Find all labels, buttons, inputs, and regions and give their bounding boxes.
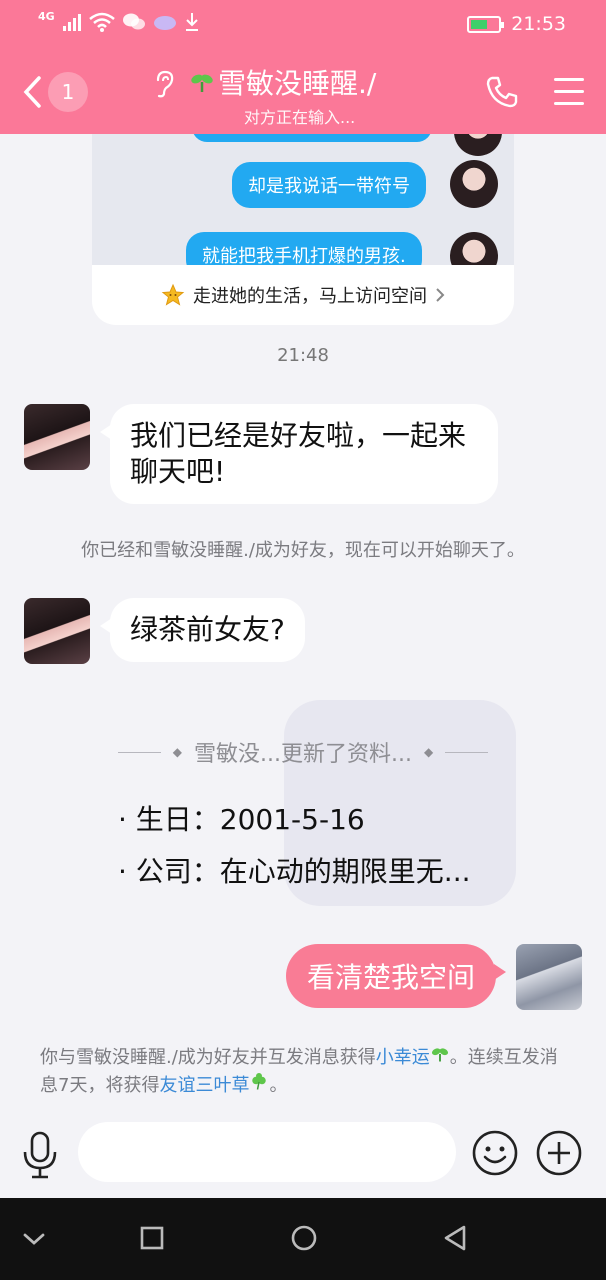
preview-bubble: 就能把我手机打爆的男孩.: [186, 232, 422, 265]
chat-title: 雪敏没睡醒./: [190, 62, 420, 102]
emoji-icon[interactable]: [472, 1130, 518, 1176]
clover-icon: [252, 1073, 267, 1090]
download-icon: [185, 13, 198, 31]
battery-icon: [467, 15, 505, 33]
timestamp: 21:48: [277, 345, 329, 366]
clover-link[interactable]: 友谊三叶草: [159, 1075, 249, 1096]
profile-birthday: · 生日：2001-5-16: [118, 803, 365, 836]
star-icon: [161, 283, 185, 306]
back-button[interactable]: 1: [22, 72, 88, 112]
chevron-left-icon: [23, 76, 41, 108]
zone-card[interactable]: 却是我说话一带符号 就能把我手机打爆的男孩. 走进她的生活，马上访问空间: [92, 134, 514, 325]
message-input[interactable]: [78, 1122, 456, 1182]
cloud-icon: [153, 16, 176, 30]
profile-update-header[interactable]: ◆ 雪敏没...更新了资料... ◆: [118, 736, 488, 768]
my-message-bubble[interactable]: 看清楚我空间: [286, 944, 506, 1008]
status-bar: 4G 21:53: [0, 0, 606, 52]
clock: 21:53: [511, 13, 566, 35]
nav-bar: 1 雪敏没睡醒./ 对方正在输入...: [0, 56, 606, 134]
zone-preview: 却是我说话一带符号 就能把我手机打爆的男孩.: [92, 134, 514, 265]
profile-update-title: 雪敏没...更新了资料...: [194, 742, 412, 767]
system-navigation-bar: [0, 1198, 606, 1280]
preview-bubble: 却是我说话一带符号: [232, 162, 426, 208]
signal-icon: [62, 13, 81, 31]
recents-icon[interactable]: [140, 1224, 164, 1254]
message-bubble[interactable]: 我们已经是好友啦，一起来聊天吧!: [100, 404, 498, 504]
menu-icon[interactable]: [554, 78, 584, 114]
wechat-icon: [122, 13, 145, 30]
status-left: 4G: [38, 9, 199, 32]
phone-icon[interactable]: [484, 74, 520, 110]
plus-icon[interactable]: [536, 1130, 582, 1176]
friendship-reward-message: 你与雪敏没睡醒./成为好友并互发消息获得小幸运 。连续互发消息7天，将获得友谊三叶…: [40, 1044, 566, 1100]
reward-text: 你与雪敏没睡醒./成为好友并互发消息获得: [40, 1047, 376, 1068]
preview-bubble: [192, 134, 432, 142]
reward-text: 。: [269, 1075, 288, 1096]
chevron-down-icon[interactable]: [22, 1224, 46, 1254]
wifi-icon: [88, 12, 115, 32]
lucky-link[interactable]: 小幸运: [376, 1047, 430, 1068]
preview-avatar: [450, 160, 498, 208]
unread-badge: 1: [48, 72, 88, 112]
profile-company: · 公司：在心动的期限里无...: [118, 855, 471, 888]
system-message: 你已经和雪敏没睡醒./成为好友，现在可以开始聊天了。: [81, 540, 525, 561]
divider-dot: ◆: [172, 745, 183, 759]
chevron-right-icon: [436, 288, 445, 302]
status-right: 21:53: [467, 13, 566, 35]
my-avatar[interactable]: [516, 944, 582, 1010]
home-icon[interactable]: [290, 1224, 318, 1254]
preview-avatar: [450, 232, 498, 265]
sprout-icon: [431, 1048, 448, 1062]
friend-avatar[interactable]: [24, 404, 90, 470]
divider-line: [118, 751, 161, 753]
ear-icon[interactable]: [152, 70, 176, 98]
divider-dot: ◆: [423, 745, 434, 759]
typing-status: 对方正在输入...: [244, 108, 356, 127]
friend-avatar[interactable]: [24, 598, 90, 664]
divider-line: [445, 751, 488, 753]
message-bubble[interactable]: 绿茶前女友?: [100, 598, 305, 662]
visit-zone-text: 走进她的生活，马上访问空间: [193, 286, 427, 307]
visit-zone-link[interactable]: 走进她的生活，马上访问空间: [92, 265, 514, 325]
input-bar: [0, 1110, 606, 1198]
chat-header: 4G 21:53 1 雪敏没睡醒./ 对方正在输入...: [0, 0, 606, 134]
chat-title-text: 雪敏没睡醒./: [218, 67, 377, 100]
sprout-icon: [191, 74, 213, 92]
preview-avatar: [454, 134, 502, 156]
back-triangle-icon[interactable]: [442, 1224, 468, 1254]
microphone-icon[interactable]: [20, 1130, 60, 1180]
chat-title-area[interactable]: 雪敏没睡醒./ 对方正在输入...: [190, 62, 420, 128]
network-type: 4G: [38, 9, 55, 23]
